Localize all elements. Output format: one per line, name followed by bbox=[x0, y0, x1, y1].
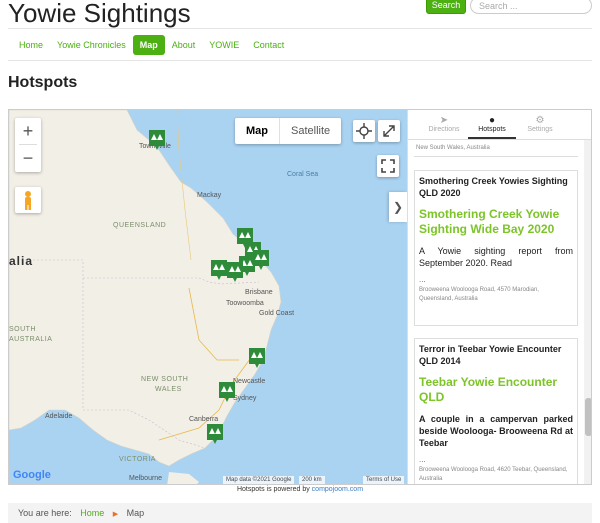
nav-item-home[interactable]: Home bbox=[12, 35, 50, 55]
map-type-control: Map Satellite bbox=[235, 118, 342, 144]
map-label-melbourne: Melbourne bbox=[129, 475, 163, 482]
map-label-south-australia: SOUTH bbox=[9, 326, 36, 333]
map-widget: Townsville Mackay Coral Sea QUEENSLAND a… bbox=[8, 109, 592, 485]
map-marker[interactable] bbox=[149, 130, 165, 150]
hotspot-card-link[interactable]: Smothering Creek Yowie Sighting Wide Bay… bbox=[419, 207, 573, 237]
map-label-victoria: VICTORIA bbox=[119, 456, 156, 463]
zoom-control: + − bbox=[15, 118, 41, 172]
location-pin-icon: ● bbox=[488, 115, 496, 126]
breadcrumb: You are here: Home ▶ Map bbox=[8, 503, 592, 523]
page-title: Hotspots bbox=[8, 74, 78, 91]
hotspot-card-description: A Yowie sighting report from September 2… bbox=[419, 246, 573, 268]
nav-item-yowie[interactable]: YOWIE bbox=[202, 35, 246, 55]
card-divider bbox=[414, 156, 578, 157]
map-type-satellite-button[interactable]: Satellite bbox=[279, 118, 341, 144]
breadcrumb-home-link[interactable]: Home bbox=[80, 508, 104, 518]
breadcrumb-current: Map bbox=[126, 508, 145, 518]
panel-tabs: ➤ Directions ● Hotspots ⚙ Settings bbox=[408, 110, 591, 140]
map-label-coral-sea: Coral Sea bbox=[287, 171, 319, 178]
map-label-toowoomba: Toowoomba bbox=[226, 300, 264, 307]
breadcrumb-prefix: You are here: bbox=[18, 508, 72, 518]
hotspot-card-title: Terror in Teebar Yowie Encounter QLD 201… bbox=[419, 344, 562, 366]
map-label-gold-coast: Gold Coast bbox=[259, 310, 295, 317]
fullscreen-icon[interactable] bbox=[377, 155, 399, 177]
map-label-australia: alia bbox=[9, 254, 34, 268]
crosshair-icon[interactable] bbox=[353, 120, 375, 142]
map-marker[interactable] bbox=[253, 250, 269, 270]
tab-directions[interactable]: ➤ Directions bbox=[420, 110, 468, 139]
panel-scrollbar-thumb[interactable] bbox=[585, 398, 591, 436]
map-label-adelaide: Adelaide bbox=[45, 413, 73, 420]
map-marker[interactable] bbox=[227, 262, 243, 282]
hotspots-panel: ➤ Directions ● Hotspots ⚙ Settings New S… bbox=[407, 110, 591, 484]
terms-of-use-link[interactable]: Terms of Use bbox=[363, 476, 405, 484]
hotspot-card-address: Brooweena Woolooga Road, 4620 Teebar, Qu… bbox=[419, 467, 568, 482]
hotspot-card-title: Smothering Creek Yowies Sighting QLD 202… bbox=[419, 176, 568, 198]
main-nav: Home Yowie Chronicles Map About YOWIE Co… bbox=[8, 28, 592, 61]
breadcrumb-separator-icon: ▶ bbox=[112, 511, 119, 518]
nav-item-yowie-chronicles[interactable]: Yowie Chronicles bbox=[50, 35, 133, 55]
zoom-out-button[interactable]: − bbox=[15, 145, 41, 171]
navigation-arrow-icon: ➤ bbox=[439, 115, 449, 126]
zoom-in-button[interactable]: + bbox=[15, 118, 41, 144]
hotspot-card-description: A couple in a campervan parked beside Wo… bbox=[419, 414, 573, 448]
map-label-new-south-wales: NEW SOUTH bbox=[141, 376, 189, 383]
google-logo-text: Google bbox=[13, 469, 51, 481]
map-marker[interactable] bbox=[249, 348, 265, 368]
map-canvas[interactable]: Townsville Mackay Coral Sea QUEENSLAND a… bbox=[9, 110, 407, 484]
tab-settings[interactable]: ⚙ Settings bbox=[516, 110, 564, 139]
nav-item-about[interactable]: About bbox=[165, 35, 203, 55]
map-marker[interactable] bbox=[207, 424, 223, 444]
panel-scrollbar[interactable] bbox=[584, 140, 591, 484]
map-scale[interactable]: 200 km bbox=[299, 476, 325, 484]
hotspot-card-ellipsis: ... bbox=[419, 275, 426, 284]
map-label-new-south-wales-2: WALES bbox=[155, 386, 182, 393]
map-label-brisbane: Brisbane bbox=[245, 289, 273, 296]
search-input[interactable] bbox=[470, 0, 592, 14]
map-data-attribution: Map data ©2021 Google bbox=[223, 476, 295, 484]
compojoom-link[interactable]: compojoom.com bbox=[312, 486, 363, 493]
gear-icon: ⚙ bbox=[535, 115, 545, 126]
map-label-mackay: Mackay bbox=[197, 192, 222, 199]
map-label-canberra: Canberra bbox=[189, 416, 219, 423]
hotspot-card[interactable]: Terror in Teebar Yowie Encounter QLD 201… bbox=[414, 338, 578, 484]
tab-hotspots[interactable]: ● Hotspots bbox=[468, 110, 516, 139]
map-marker[interactable] bbox=[211, 260, 227, 280]
map-label-south-australia-2: AUSTRALIA bbox=[9, 336, 53, 343]
tab-directions-label: Directions bbox=[428, 126, 460, 133]
powered-by-note: Hotspots is powered by compojoom.com bbox=[0, 486, 600, 493]
map-type-map-button[interactable]: Map bbox=[235, 118, 279, 144]
search-button[interactable]: Search bbox=[426, 0, 466, 14]
powered-by-text: Hotspots is powered by bbox=[236, 486, 310, 493]
partial-card-address: New South Wales, Australia bbox=[416, 145, 490, 151]
tab-settings-label: Settings bbox=[527, 126, 553, 133]
map-marker[interactable] bbox=[219, 382, 235, 402]
expand-icon[interactable] bbox=[378, 120, 400, 142]
map-label-newcastle: Newcastle bbox=[233, 378, 266, 385]
nav-item-contact[interactable]: Contact bbox=[246, 35, 291, 55]
panel-collapse-chevron-icon[interactable]: ❯ bbox=[389, 192, 407, 222]
hotspot-card-link[interactable]: Teebar Yowie Encounter QLD bbox=[419, 375, 573, 405]
hotspot-card[interactable]: Smothering Creek Yowies Sighting QLD 202… bbox=[414, 170, 578, 326]
map-label-sydney: Sydney bbox=[233, 395, 257, 402]
nav-item-map[interactable]: Map bbox=[132, 34, 165, 55]
hotspot-card-ellipsis: ... bbox=[419, 455, 426, 464]
google-logo: Google bbox=[13, 469, 51, 481]
map-label-queensland: QUEENSLAND bbox=[113, 222, 167, 229]
site-title[interactable]: Yowie Sightings bbox=[8, 0, 191, 29]
hotspot-card-address: Brooweena Woolooga Road, 4570 Marodian, … bbox=[419, 287, 539, 302]
street-view-pegman-icon[interactable] bbox=[15, 187, 41, 213]
tab-hotspots-label: Hotspots bbox=[478, 126, 506, 133]
